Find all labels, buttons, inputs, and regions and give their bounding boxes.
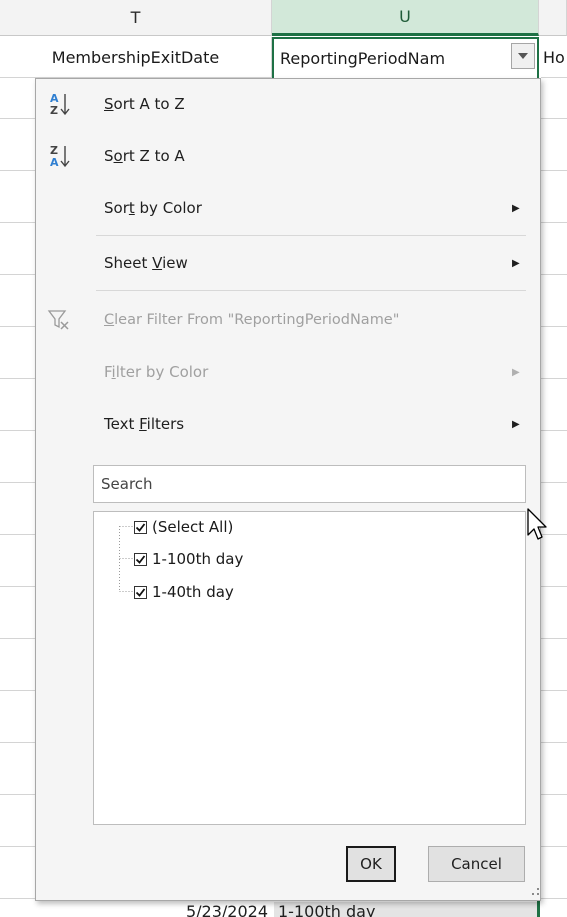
- menu-label: Text Filters: [104, 415, 185, 433]
- header-cell-membership-exit-date[interactable]: MembershipExitDate: [0, 37, 272, 78]
- svg-text:Z: Z: [50, 104, 58, 117]
- checkbox[interactable]: [134, 552, 147, 566]
- menu-item-sort-by-color[interactable]: Sort by Color ▶: [36, 183, 540, 233]
- menu-item-sort-a-to-z[interactable]: A Z Sort A to Z: [36, 79, 540, 129]
- filter-value-item[interactable]: 1-100th day: [134, 548, 243, 570]
- filter-value-label: 1-100th day: [152, 550, 244, 568]
- submenu-arrow-icon: ▶: [512, 418, 520, 430]
- menu-label: Sort Z to A: [104, 147, 185, 165]
- submenu-arrow-icon: ▶: [512, 202, 520, 214]
- filter-values-list[interactable]: (Select All) 1-100th day 1-40th day: [93, 511, 526, 825]
- column-header-t[interactable]: T: [0, 0, 272, 36]
- filter-value-label: 1-40th day: [152, 583, 234, 601]
- filter-value-select-all[interactable]: (Select All): [134, 516, 233, 538]
- sort-descending-icon: Z A: [42, 139, 76, 173]
- menu-label: Sort A to Z: [104, 95, 185, 113]
- header-cell-next-column[interactable]: Ho: [541, 37, 567, 78]
- filter-dropdown-button[interactable]: [511, 43, 535, 69]
- checkbox[interactable]: [134, 585, 147, 599]
- column-header-v[interactable]: [539, 0, 567, 36]
- autofilter-menu: A Z Sort A to Z Z A Sort Z to A Sort by …: [35, 78, 541, 901]
- menu-item-clear-filter[interactable]: Clear Filter From "ReportingPeriodName": [36, 295, 540, 345]
- menu-separator: [96, 290, 526, 291]
- filter-value-label: (Select All): [152, 518, 234, 536]
- menu-item-sort-z-to-a[interactable]: Z A Sort Z to A: [36, 131, 540, 181]
- submenu-arrow-icon: ▶: [512, 257, 520, 269]
- menu-item-text-filters[interactable]: Text Filters ▶: [36, 399, 540, 449]
- menu-item-filter-by-color[interactable]: Filter by Color ▶: [36, 347, 540, 397]
- menu-label: Sort by Color: [104, 199, 202, 217]
- cell-exit-date[interactable]: 5/23/2024: [0, 902, 272, 917]
- clear-filter-icon: [42, 303, 76, 337]
- mouse-cursor-icon: [527, 508, 547, 540]
- cell-reporting-period[interactable]: 1-100th day: [274, 902, 537, 917]
- ok-button[interactable]: OK: [346, 846, 396, 882]
- submenu-arrow-icon: ▶: [512, 366, 520, 378]
- resize-grip-icon[interactable]: [528, 885, 540, 897]
- cancel-button[interactable]: Cancel: [428, 846, 525, 882]
- menu-label: Filter by Color: [104, 363, 209, 381]
- menu-item-sheet-view[interactable]: Sheet View ▶: [36, 238, 540, 288]
- filter-value-item[interactable]: 1-40th day: [134, 581, 234, 603]
- filter-dropdown-icon: [518, 53, 528, 59]
- menu-label: Clear Filter From "ReportingPeriodName": [104, 312, 400, 328]
- search-input[interactable]: Search: [93, 465, 526, 503]
- checkbox[interactable]: [134, 520, 147, 534]
- menu-separator: [96, 235, 526, 236]
- column-header-u[interactable]: U: [272, 0, 539, 36]
- menu-label: Sheet View: [104, 254, 188, 272]
- header-cell-reporting-period-name[interactable]: ReportingPeriodNam: [272, 37, 539, 78]
- sort-ascending-icon: A Z: [42, 87, 76, 121]
- svg-text:A: A: [50, 156, 59, 169]
